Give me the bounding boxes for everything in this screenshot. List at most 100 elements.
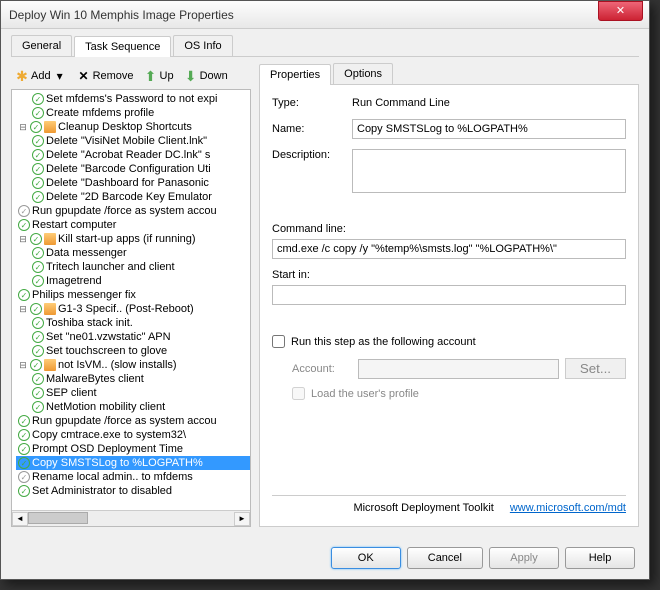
tree-item[interactable]: MalwareBytes client (30, 372, 250, 386)
tree-item[interactable]: Prompt OSD Deployment Time (16, 442, 250, 456)
close-button[interactable]: ✕ (598, 1, 643, 21)
arrow-down-icon: ⬇ (184, 69, 198, 83)
tree-item[interactable]: Set touchscreen to glove (30, 344, 250, 358)
startin-input[interactable] (272, 285, 626, 305)
horizontal-scrollbar[interactable]: ◄ ► (12, 510, 250, 526)
check-icon (32, 331, 44, 343)
scroll-left-button[interactable]: ◄ (12, 512, 28, 526)
folder-icon (44, 359, 56, 371)
help-button[interactable]: Help (565, 547, 635, 569)
tree-item[interactable]: Set mfdems's Password to not expi (30, 92, 250, 106)
tree-item[interactable]: Tritech launcher and client (30, 260, 250, 274)
collapse-icon[interactable]: ⊟ (18, 304, 28, 314)
account-input (358, 359, 559, 379)
check-icon (32, 107, 44, 119)
check-icon (32, 191, 44, 203)
tree-label: Imagetrend (46, 275, 102, 287)
type-value: Run Command Line (352, 97, 626, 109)
tree-item[interactable]: Delete "Dashboard for Panasonic (30, 176, 250, 190)
check-icon (18, 443, 30, 455)
tree-group[interactable]: ⊟not IsVM.. (slow installs) (16, 358, 250, 372)
tree-label: Philips messenger fix (32, 289, 136, 301)
tree-item[interactable]: Restart computer (16, 218, 250, 232)
tree-item[interactable]: Set Administrator to disabled (16, 484, 250, 498)
tree-item[interactable]: Set "ne01.vzwstatic" APN (30, 330, 250, 344)
cancel-button[interactable]: Cancel (407, 547, 483, 569)
add-button[interactable]: ✱ Add ▾ (11, 67, 71, 85)
tree-item-selected[interactable]: Copy SMSTSLog to %LOGPATH% (16, 456, 250, 470)
tree-item[interactable]: Data messenger (30, 246, 250, 260)
run-as-checkbox[interactable] (272, 335, 285, 348)
tree-item[interactable]: Delete "VisiNet Mobile Client.lnk" (30, 134, 250, 148)
window-title: Deploy Win 10 Memphis Image Properties (9, 8, 598, 22)
tree-item[interactable]: NetMotion mobility client (30, 400, 250, 414)
tree-item[interactable]: Philips messenger fix (16, 288, 250, 302)
description-input[interactable] (352, 149, 626, 193)
tree-item[interactable]: Toshiba stack init. (30, 316, 250, 330)
tab-properties[interactable]: Properties (259, 64, 331, 85)
tree-label: Toshiba stack init. (46, 317, 133, 329)
startin-label: Start in: (272, 269, 626, 281)
tree-item[interactable]: Delete "Barcode Configuration Uti (30, 162, 250, 176)
task-tree[interactable]: Set mfdems's Password to not expi Create… (12, 90, 250, 510)
remove-button[interactable]: ✕ Remove (73, 67, 138, 85)
load-profile-checkbox (292, 387, 305, 400)
check-icon (32, 345, 44, 357)
tree-item[interactable]: Delete "2D Barcode Key Emulator (30, 190, 250, 204)
tree-group[interactable]: ⊟Kill start-up apps (if running) (16, 232, 250, 246)
check-icon (18, 457, 30, 469)
collapse-icon[interactable]: ⊟ (18, 360, 28, 370)
tab-task-sequence[interactable]: Task Sequence (74, 36, 171, 57)
scroll-track[interactable] (28, 512, 234, 526)
folder-icon (44, 233, 56, 245)
check-icon (32, 373, 44, 385)
tree-label: SEP client (46, 387, 97, 399)
tree-item[interactable]: Imagetrend (30, 274, 250, 288)
arrow-up-icon: ⬆ (144, 69, 158, 83)
collapse-icon[interactable]: ⊟ (18, 122, 28, 132)
add-label: Add (31, 70, 51, 82)
scroll-right-button[interactable]: ► (234, 512, 250, 526)
tree-item[interactable]: Copy cmtrace.exe to system32\ (16, 428, 250, 442)
scroll-thumb[interactable] (28, 512, 88, 524)
tree-label: Copy cmtrace.exe to system32\ (32, 429, 186, 441)
collapse-icon[interactable]: ⊟ (18, 234, 28, 244)
down-button[interactable]: ⬇ Down (180, 67, 232, 85)
folder-icon (44, 303, 56, 315)
tree-item[interactable]: Create mfdems profile (30, 106, 250, 120)
tab-options[interactable]: Options (333, 63, 393, 84)
check-icon (30, 233, 42, 245)
ok-button[interactable]: OK (331, 547, 401, 569)
up-button[interactable]: ⬆ Up (140, 67, 178, 85)
tree-group[interactable]: ⊟G1-3 Specif.. (Post-Reboot) (16, 302, 250, 316)
down-label: Down (200, 70, 228, 82)
tree-item[interactable]: Delete "Acrobat Reader DC.lnk" s (30, 148, 250, 162)
window: Deploy Win 10 Memphis Image Properties ✕… (0, 0, 650, 580)
close-icon: ✕ (616, 4, 625, 17)
check-icon (18, 219, 30, 231)
check-icon (30, 121, 42, 133)
tree-item[interactable]: Rename local admin.. to mfdems (16, 470, 250, 484)
tree-item[interactable]: SEP client (30, 386, 250, 400)
tree-item[interactable]: Run gpupdate /force as system accou (16, 414, 250, 428)
description-label: Description: (272, 149, 352, 161)
commandline-input[interactable] (272, 239, 626, 259)
name-input[interactable] (352, 119, 626, 139)
mdt-link[interactable]: www.microsoft.com/mdt (510, 502, 626, 514)
footer: Microsoft Deployment Toolkit www.microso… (272, 495, 626, 514)
tree-group[interactable]: ⊟Cleanup Desktop Shortcuts (16, 120, 250, 134)
tree-label: Run gpupdate /force as system accou (32, 415, 217, 427)
tab-general[interactable]: General (11, 35, 72, 56)
type-label: Type: (272, 97, 352, 109)
tree-label: Delete "Acrobat Reader DC.lnk" s (46, 149, 210, 161)
apply-button[interactable]: Apply (489, 547, 559, 569)
check-icon (32, 93, 44, 105)
run-as-label: Run this step as the following account (291, 336, 476, 348)
check-icon (32, 317, 44, 329)
tab-os-info[interactable]: OS Info (173, 35, 232, 56)
tree-item[interactable]: Run gpupdate /force as system accou (16, 204, 250, 218)
check-icon (18, 485, 30, 497)
check-icon (32, 401, 44, 413)
check-icon (30, 359, 42, 371)
tree-label: Delete "Dashboard for Panasonic (46, 177, 209, 189)
